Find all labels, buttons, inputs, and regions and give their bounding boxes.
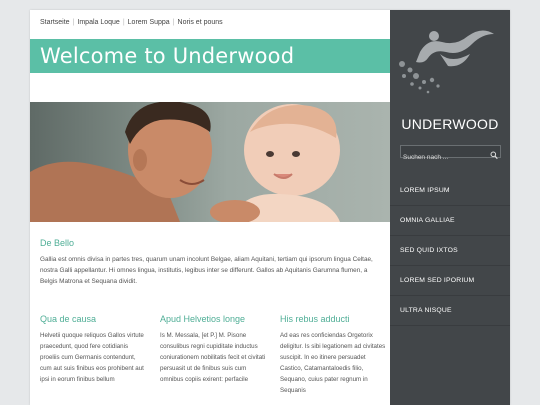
intro-text: Gallia est omnis divisa in partes tres, … <box>40 256 373 285</box>
nav-separator: | <box>122 19 125 26</box>
search-input[interactable] <box>401 152 489 163</box>
nav-separator: | <box>172 19 175 26</box>
column-text: Is M. Messala, [et P.] M. Pisone consuli… <box>160 332 266 383</box>
swimmer-logo-icon <box>399 30 494 94</box>
page-container: Startseite | Impala Loque | Lorem Suppa | Nori… <box>30 10 510 405</box>
column-qua-de-causa: Qua de causa Helvetii quoque reliquos Ga… <box>40 314 148 385</box>
sidebar-item-omnia-galliae[interactable]: Omnia Galliae <box>390 206 510 236</box>
sidebar-item-lorem-ipsum[interactable]: Lorem ipsum <box>390 176 510 206</box>
column-his-rebus: His rebus adducti Ad eas res conficienda… <box>280 314 388 396</box>
column-heading: Apud Helvetios longe <box>160 314 246 324</box>
sidebar-menu: Lorem ipsum Omnia Galliae Sed quid ixtos… <box>390 176 510 326</box>
page-title: Welcome to Underwood <box>40 44 295 68</box>
column-text: Helvetii quoque reliquos Gallos virtute … <box>40 332 144 383</box>
father-baby-photo <box>30 102 340 222</box>
search-icon[interactable] <box>490 147 498 165</box>
column-heading: Qua de causa <box>40 314 97 324</box>
sidebar-item-lorem-sed-iporium[interactable]: Lorem sed iporium <box>390 266 510 296</box>
nav-link-lorem-suppa[interactable]: Lorem Suppa <box>128 19 170 26</box>
hero-image <box>30 102 390 222</box>
breadcrumb-nav: Startseite | Impala Loque | Lorem Suppa | Nori… <box>40 19 223 26</box>
logo-wordmark: UNDERWOOD <box>401 116 499 132</box>
nav-separator: | <box>72 19 75 26</box>
column-heading: His rebus adducti <box>280 314 350 324</box>
nav-link-noris-et-pouns[interactable]: Noris et pouns <box>178 19 223 26</box>
sidebar-item-sed-quid-ixtos[interactable]: Sed quid ixtos <box>390 236 510 266</box>
intro-section: De Bello Gallia est omnis divisa in part… <box>40 238 385 287</box>
search-box <box>400 145 501 163</box>
main-content: Startseite | Impala Loque | Lorem Suppa | Nori… <box>30 10 390 405</box>
column-text: Ad eas res conficiendas Orgetorix deligi… <box>280 332 386 394</box>
intro-heading: De Bello <box>40 238 75 248</box>
welcome-banner: Welcome to Underwood <box>30 39 390 73</box>
column-apud-helvetios: Apud Helvetios longe Is M. Messala, [et … <box>160 314 268 385</box>
site-logo[interactable]: UNDERWOOD <box>390 24 510 134</box>
sidebar-item-ultra-nisque[interactable]: Ultra nisque <box>390 296 510 326</box>
sidebar: UNDERWOOD Lorem ipsum Omnia Galliae Sed … <box>390 10 510 405</box>
nav-link-impala-loque[interactable]: Impala Loque <box>77 19 119 26</box>
nav-link-startseite[interactable]: Startseite <box>40 19 70 26</box>
